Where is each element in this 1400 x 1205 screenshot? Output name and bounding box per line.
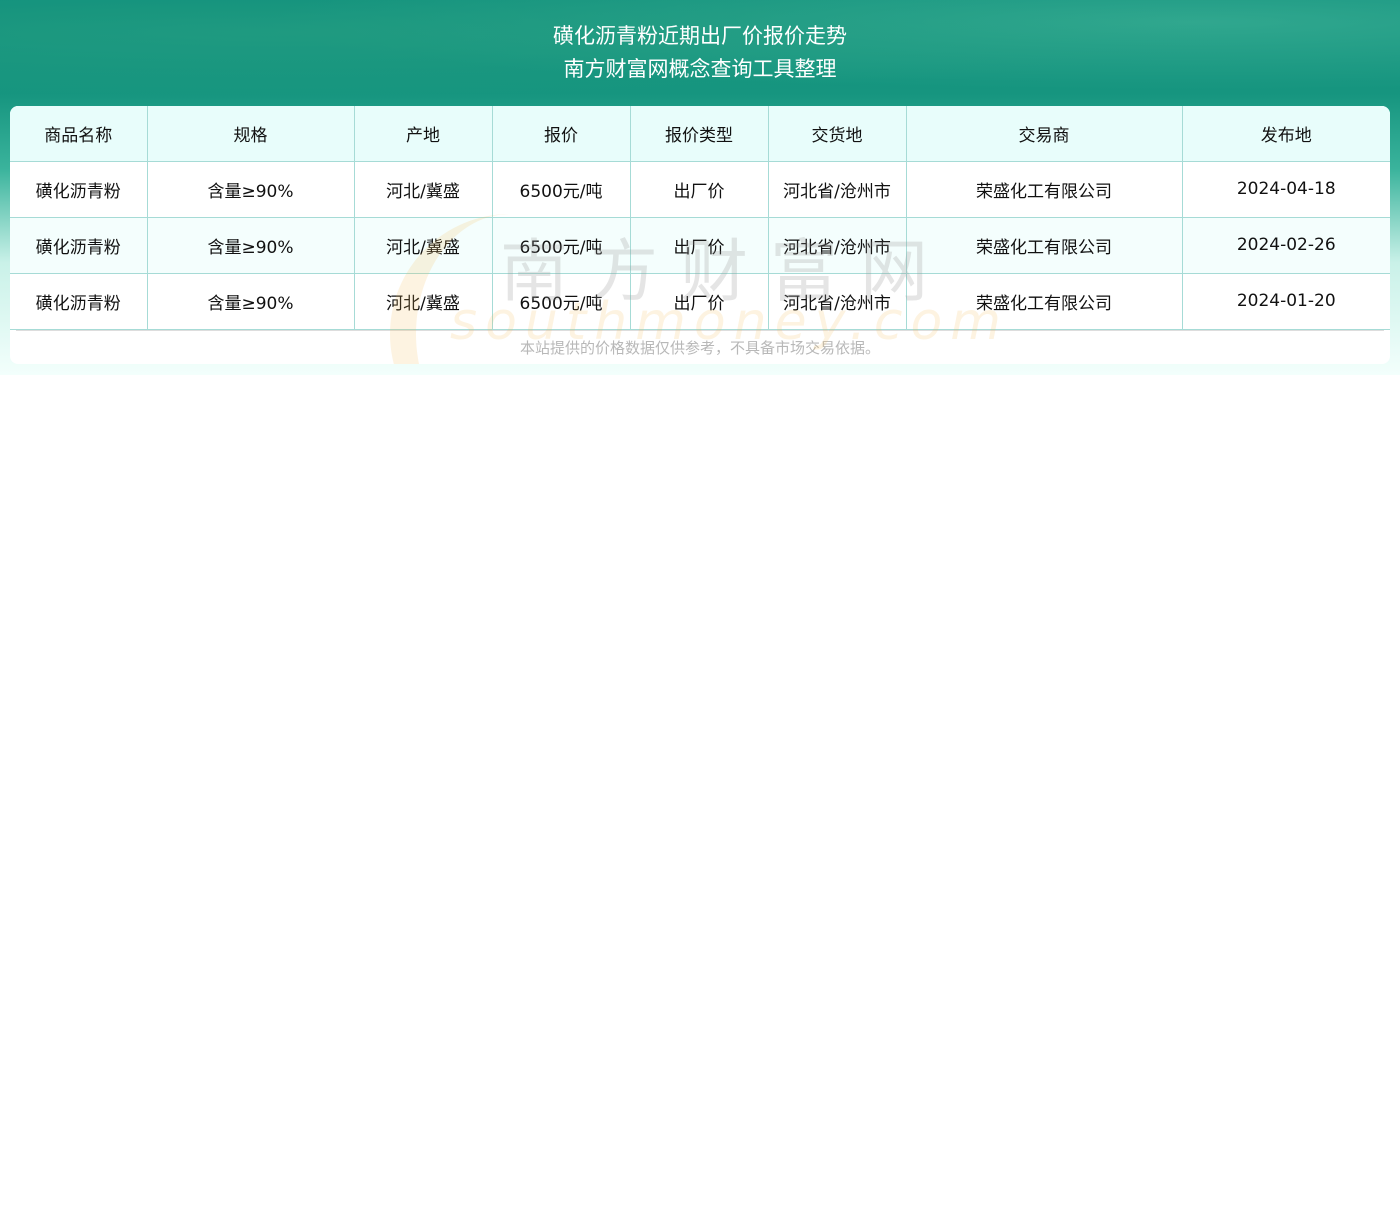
column-header: 商品名称	[10, 106, 148, 162]
title-main: 磺化沥青粉近期出厂价报价走势	[553, 24, 847, 48]
column-header: 报价	[492, 106, 631, 162]
table-row: 磺化沥青粉 含量≥90% 河北/冀盛 6500元/吨 出厂价 河北省/沧州市 荣盛化工有限公…	[10, 217, 1390, 274]
table-cell: 6500元/吨	[492, 217, 631, 274]
column-header: 交货地	[768, 106, 907, 162]
table-cell: 磺化沥青粉	[10, 161, 148, 218]
disclaimer-note: 本站提供的价格数据仅供参考，不具备市场交易依据。	[16, 329, 1384, 365]
column-header: 产地	[354, 106, 493, 162]
table-cell: 出厂价	[630, 217, 769, 274]
table-cell: 6500元/吨	[492, 273, 631, 330]
table-cell: 磺化沥青粉	[10, 217, 148, 274]
table-cell: 出厂价	[630, 161, 769, 218]
table-cell: 河北省/沧州市	[768, 273, 907, 330]
table-cell: 含量≥90%	[147, 217, 355, 274]
title-sub: 南方财富网概念查询工具整理	[563, 57, 837, 81]
table-row: 磺化沥青粉 含量≥90% 河北/冀盛 6500元/吨 出厂价 河北省/沧州市 荣盛化工有限公…	[10, 161, 1390, 218]
column-header: 规格	[147, 106, 355, 162]
table-cell: 河北/冀盛	[354, 273, 493, 330]
table-cell: 出厂价	[630, 273, 769, 330]
table-cell: 河北/冀盛	[354, 217, 493, 274]
table-cell: 2024-02-26	[1182, 217, 1390, 274]
table-cell: 荣盛化工有限公司	[906, 217, 1183, 274]
column-header: 发布地	[1182, 106, 1390, 162]
table-cell: 河北省/沧州市	[768, 217, 907, 274]
table-cell: 2024-01-20	[1182, 273, 1390, 330]
table-cell: 含量≥90%	[147, 273, 355, 330]
column-header: 交易商	[906, 106, 1183, 162]
table-cell: 含量≥90%	[147, 161, 355, 218]
price-table-card: 南方财富网 southmoney.com 商品名称 规格 产地 报价 报价类型 交货地 交易…	[10, 106, 1390, 364]
table-cell: 2024-04-18	[1182, 161, 1390, 218]
table-cell: 6500元/吨	[492, 161, 631, 218]
table-cell: 河北/冀盛	[354, 161, 493, 218]
price-table: 商品名称 规格 产地 报价 报价类型 交货地 交易商 发布地 磺化沥青粉 含量≥90% 河北/冀盛…	[10, 106, 1390, 330]
table-cell: 荣盛化工有限公司	[906, 273, 1183, 330]
table-row: 磺化沥青粉 含量≥90% 河北/冀盛 6500元/吨 出厂价 河北省/沧州市 荣盛化工有限公…	[10, 273, 1390, 330]
column-header: 报价类型	[630, 106, 769, 162]
table-cell: 荣盛化工有限公司	[906, 161, 1183, 218]
table-header-row: 商品名称 规格 产地 报价 报价类型 交货地 交易商 发布地	[10, 106, 1390, 162]
page-title: 磺化沥青粉近期出厂价报价走势 南方财富网概念查询工具整理	[0, 20, 1400, 86]
table-cell: 河北省/沧州市	[768, 161, 907, 218]
table-cell: 磺化沥青粉	[10, 273, 148, 330]
